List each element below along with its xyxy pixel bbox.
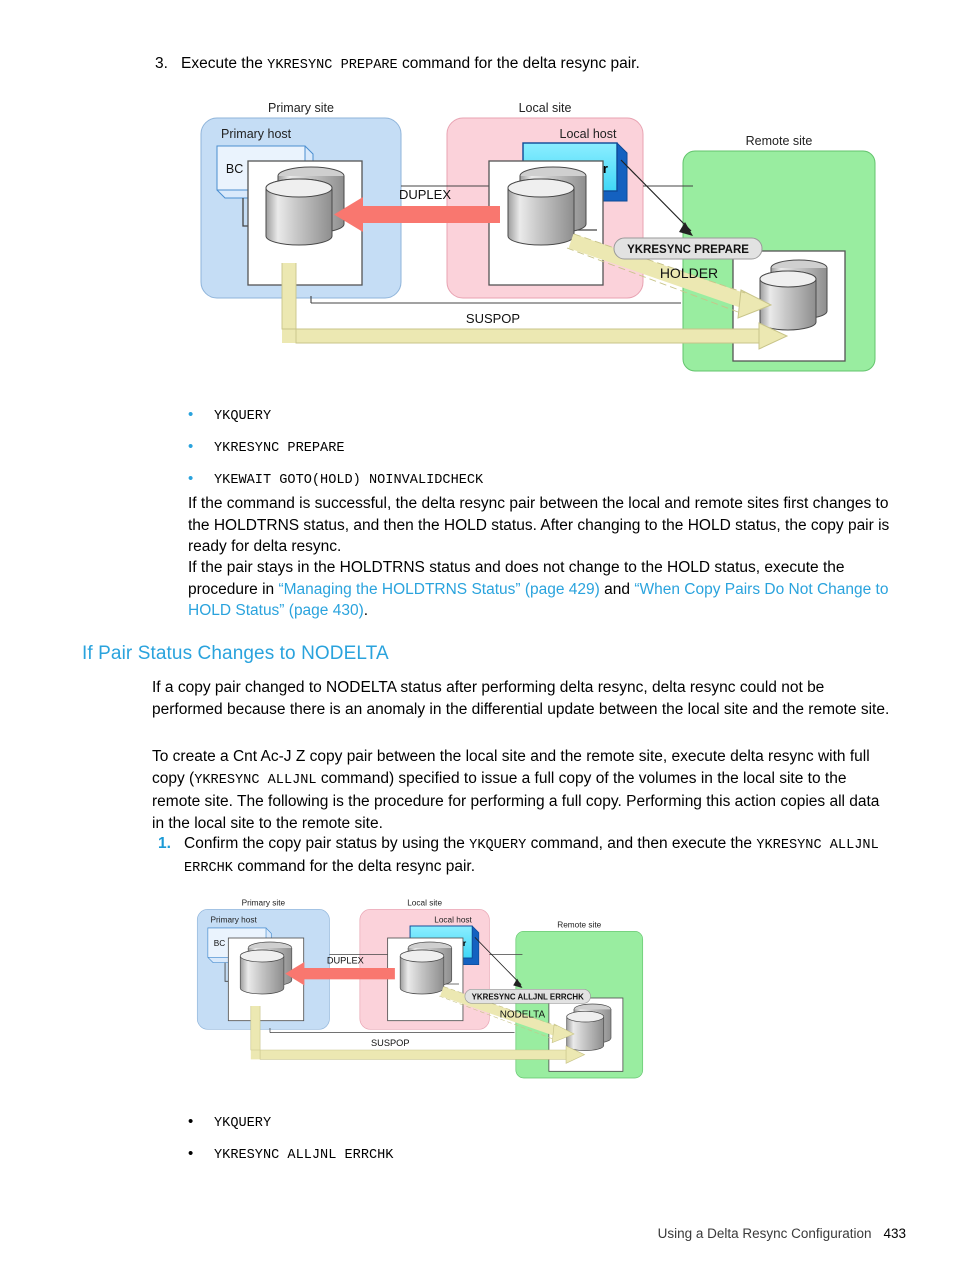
commands-list-1: • YKQUERY • YKRESYNC PREPARE • YKEWAIT G… [188,406,888,502]
para4-command: YKRESYNC ALLJNL [194,772,317,788]
delta-resync-prepare-diagram: Primary site Local site Remote site Prim… [193,98,883,383]
footer-page-number: 433 [883,1226,906,1241]
primary-host-label-2: Primary host [211,915,258,925]
step-1-number: 1. [158,835,171,852]
nodelta-status-label: NODELTA [500,1009,546,1020]
local-host-label: Local host [560,127,618,141]
step-3-text: Execute the YKRESYNC PREPARE command for… [181,53,640,76]
list-item: • YKRESYNC ALLJNL ERRCHK [188,1145,888,1163]
document-page: 3. Execute the YKRESYNC PREPARE command … [0,0,954,1271]
diagram-2-svg: Primary site Local site Remote site Prim… [196,897,644,1079]
paragraph-hold-status: If the command is successful, the delta … [188,495,890,555]
step-1-part1: Confirm the copy pair status by using th… [184,835,470,852]
suspop-label: SUSPOP [466,311,520,326]
paragraph-full-copy: To create a Cnt Ac-J Z copy pair between… [152,746,892,834]
step-1-part3: command for the delta resync pair. [232,858,476,875]
step-3-number: 3. [155,55,168,72]
bullet-glyph: • [188,1113,194,1130]
paragraph-nodelta-intro: If a copy pair changed to NODELTA status… [152,679,890,718]
step-3-text-after: command for the delta resync pair. [397,55,640,72]
paragraph-holdtrns-links: If the pair stays in the HOLDTRNS status… [188,557,892,622]
diagram-1-command-pill: YKRESYNC PREPARE [627,244,749,256]
remote-site-label: Remote site [746,134,813,148]
diagram-2-command-pill: YKRESYNC ALLJNL ERRCHK [472,992,584,1001]
primary-site-label-2: Primary site [242,897,286,907]
list-item: • YKQUERY [188,1113,888,1131]
bullet-glyph: • [188,1145,194,1162]
step-3-command: YKRESYNC PREPARE [267,58,398,73]
command-text: YKRESYNC ALLJNL ERRCHK [214,1148,394,1163]
primary-volume-cylinders [265,166,345,246]
local-volume-cylinders-2 [399,941,453,995]
step-3-text-before: Execute the [181,55,268,72]
bullet-glyph: • [188,438,194,455]
local-host-label-2: Local host [434,915,472,925]
holder-status-label: HOLDER [660,265,718,281]
remote-site-label-2: Remote site [557,919,601,929]
footer-title: Using a Delta Resync Configuration [657,1226,872,1241]
command-text: YKQUERY [214,1116,272,1131]
duplex-label-2: DUPLEX [327,955,364,965]
step-1-text: Confirm the copy pair status by using th… [184,833,898,879]
step-3: 3. Execute the YKRESYNC PREPARE command … [155,53,915,76]
primary-host-label: Primary host [221,127,292,141]
list-item: • YKEWAIT GOTO(HOLD) NOINVALIDCHECK [188,470,888,488]
section-heading: If Pair Status Changes to NODELTA [82,643,389,664]
local-volume-cylinders [507,166,587,246]
bullet-glyph: • [188,470,194,487]
command-text: YKQUERY [214,409,272,424]
primary-site-label: Primary site [268,101,334,115]
para2-mid: and [599,580,635,598]
nodelta-full-copy-diagram: Primary site Local site Remote site Prim… [192,896,648,1086]
local-site-label: Local site [519,101,572,115]
command-text: YKEWAIT GOTO(HOLD) NOINVALIDCHECK [214,473,484,488]
step-1-part2: command, and then execute the [526,835,757,852]
list-item: • YKRESYNC PREPARE [188,438,888,456]
duplex-label: DUPLEX [399,187,451,202]
page-footer: Using a Delta Resync Configuration 433 [658,1226,906,1241]
link-managing-holdtrns-status[interactable]: “Managing the HOLDTRNS Status” (page 429… [278,581,599,598]
diagram-1-svg: Primary site Local site Remote site Prim… [200,101,876,372]
primary-volume-cylinders-2 [239,941,293,995]
command-text: YKRESYNC PREPARE [214,441,345,456]
commands-list-2: • YKQUERY • YKRESYNC ALLJNL ERRCHK [188,1113,888,1177]
step-1-command-1: YKQUERY [469,838,527,853]
suspop-label-2: SUSPOP [371,1038,410,1048]
bullet-glyph: • [188,406,194,423]
local-site-label-2: Local site [407,897,442,907]
list-item: • YKQUERY [188,406,888,424]
para2-tail: . [363,602,369,619]
step-1: 1. Confirm the copy pair status by using… [158,833,898,879]
